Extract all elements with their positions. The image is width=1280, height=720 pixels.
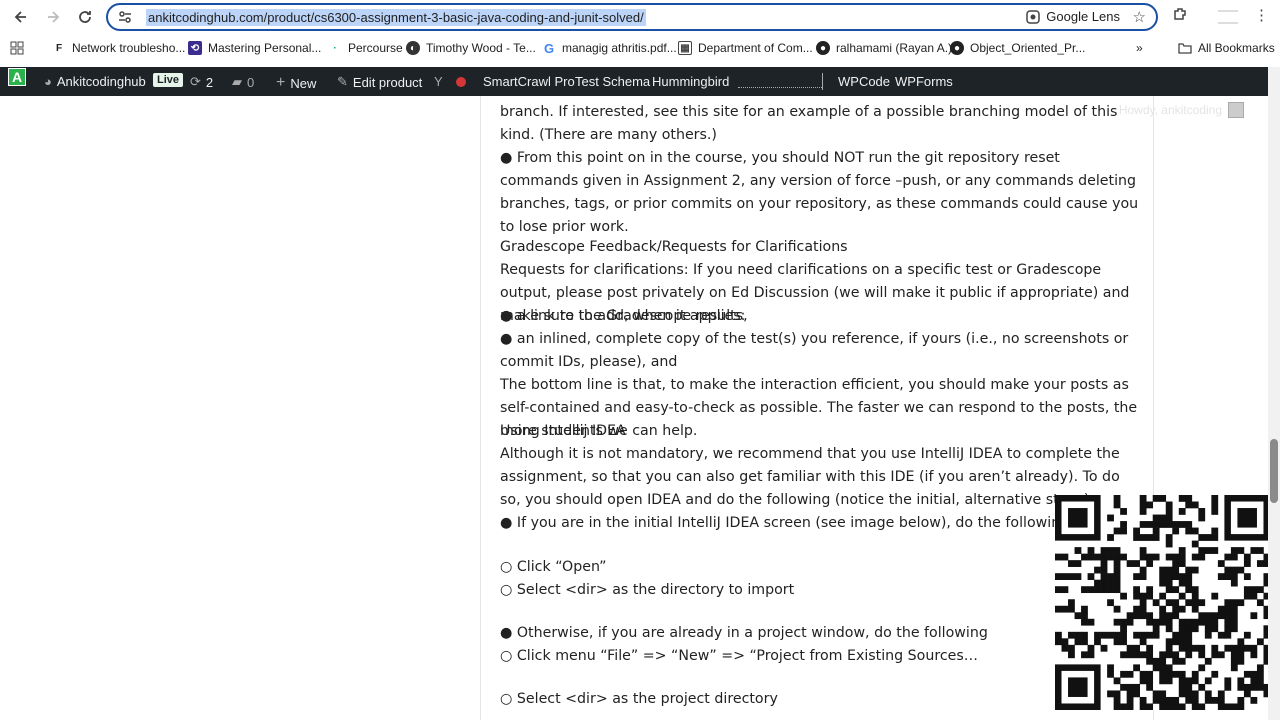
list-item: ○ Click menu “File” => “New” => “Project… [500,648,978,664]
updates-icon: ⟳ [190,74,201,89]
back-icon[interactable] [8,4,34,30]
site-info-icon[interactable] [116,8,134,26]
comments-icon: ▰ [232,74,242,89]
bookmark-label: managig athritis.pdf... [562,41,677,55]
edit-product-label: Edit product [352,74,423,90]
bookmarks-bar: F Network troublesho... ⟲ Mastering Pers… [0,34,1280,64]
bookmark-label: Object_Oriented_Pr... [970,41,1086,55]
list-item: ○ Click “Open” [500,559,607,575]
list-item: ● a link to the Gradescope results, [500,308,748,324]
all-bookmarks[interactable]: All Bookmarks [1178,41,1275,55]
product-description: branch. If interested, see this site for… [480,96,1154,720]
more-bookmarks-icon[interactable]: » [1136,41,1143,55]
test-schema-menu[interactable]: Test Schema [575,74,650,89]
wpcode-label: WPCode [838,74,891,89]
bookmark-icon-1: F [55,42,63,54]
bookmark-item[interactable]: ● ralhamami (Rayan A.) [816,41,952,55]
folder-icon [1178,43,1192,54]
github-icon: ● [816,41,830,55]
bookmark-label: Network troublesho... [72,41,186,55]
qr-code-image [1055,495,1271,711]
seo-status-dot [455,76,466,87]
url-text[interactable]: ankitcodinghub.com/product/cs6300-assign… [146,8,646,26]
wpforms-menu[interactable]: WPForms [895,74,953,89]
bookmark-icon-2: ⟲ [188,41,202,55]
avatar [1228,102,1244,118]
forward-icon[interactable] [40,4,66,30]
smartcrawl-label: SmartCrawl Pro [483,74,575,89]
github-icon: ● [950,41,964,55]
list-item: ○ Select <dir> as the directory to impor… [500,582,795,598]
bookmark-item[interactable]: F Network troublesho... [52,41,185,55]
new-content-menu[interactable]: + New [276,74,316,92]
bookmark-item[interactable]: ◐ Timothy Wood - Te... [406,41,536,55]
bookmark-icon-3: · [333,42,337,54]
menu-kebab-icon[interactable]: ⋮ [1254,6,1269,24]
list-item: ● If you are in the initial IntelliJ IDE… [500,515,1074,531]
edit-product-link[interactable]: ✎ Edit product [337,74,422,90]
adminbar-divider [738,87,822,88]
new-label: New [290,75,317,91]
paragraph: ● From this point on in the course, you … [500,150,1139,235]
extensions-icon[interactable] [1172,6,1188,26]
bookmark-item[interactable]: G managig athritis.pdf... [542,40,677,56]
all-bookmarks-label: All Bookmarks [1198,41,1275,55]
dashboard-icon: ◕ [44,74,52,89]
google-lens-button[interactable]: Google Lens [1026,9,1120,24]
wpforms-label: WPForms [895,74,953,89]
bookmark-label: Percourse [348,41,403,55]
test-schema-label: Test Schema [575,74,651,89]
updates-count: 2 [205,74,214,90]
live-badge: Live [153,73,184,87]
yoast-menu[interactable]: Y [434,74,466,89]
bookmark-item[interactable]: ▦ Department of Com... [678,41,813,55]
paragraph: branch. If interested, see this site for… [500,104,1118,143]
address-bar[interactable]: ankitcodinghub.com/product/cs6300-assign… [106,3,1158,31]
browser-toolbar: ankitcodinghub.com/product/cs6300-assign… [0,0,1280,34]
reload-icon[interactable] [72,4,98,30]
hummingbird-label: Hummingbird [652,74,730,89]
adminbar-separator [822,73,823,90]
smartcrawl-menu[interactable]: SmartCrawl Pro [483,74,575,89]
bookmark-label: Timothy Wood - Te... [426,41,536,55]
bookmark-label: Department of Com... [698,41,813,55]
pencil-icon: ✎ [337,74,348,89]
bookmark-icon-6: ▦ [678,41,692,55]
list-item: ● Otherwise, if you are already in a pro… [500,625,988,641]
bookmark-icon-4: ◐ [406,41,420,55]
bookmark-label: ralhamami (Rayan A.) [836,41,953,55]
bookmark-item[interactable]: ⟲ Mastering Personal... [188,41,321,55]
page-scrollbar[interactable] [1268,67,1280,720]
comments-count: 0 [247,74,255,90]
google-lens-label: Google Lens [1046,9,1120,24]
google-lens-icon [1026,9,1041,24]
wp-admin-bar: A ◕ Ankitcodinghub Live ⟳ 2 ▰ 0 + New ✎ … [0,67,1268,96]
scrollbar-thumb[interactable] [1270,439,1278,503]
qr-code [1055,495,1271,711]
live-label: Live [153,73,184,87]
comments-menu[interactable]: ▰ 0 [232,74,254,90]
section-heading: Gradescope Feedback/Requests for Clarifi… [500,239,848,255]
site-logo-icon[interactable]: A [8,68,26,86]
plus-icon: + [276,74,286,91]
profile-icon[interactable] [1218,10,1238,24]
google-icon: G [543,40,555,56]
list-item: ● an inlined, complete copy of the test(… [500,331,1129,370]
bookmark-star-icon[interactable]: ☆ [1133,8,1146,26]
site-name: Ankitcodinghub [56,74,146,89]
updates-menu[interactable]: ⟳ 2 [190,74,213,90]
wpcode-menu[interactable]: WPCode [838,74,890,89]
site-name-menu[interactable]: ◕ Ankitcodinghub [44,74,146,89]
apps-icon[interactable] [10,41,24,55]
list-item: ○ Select <dir> as the project directory [500,691,778,707]
section-heading: Using Intellij IDEA [500,423,626,439]
hummingbird-menu[interactable]: Hummingbird [652,74,729,89]
bookmark-item[interactable]: ● Object_Oriented_Pr... [950,41,1085,55]
bookmark-item[interactable]: · Percourse [328,41,403,55]
paragraph: Although it is not mandatory, we recomme… [500,446,1120,508]
bookmark-label: Mastering Personal... [208,41,322,55]
yoast-icon: Y [434,74,443,89]
